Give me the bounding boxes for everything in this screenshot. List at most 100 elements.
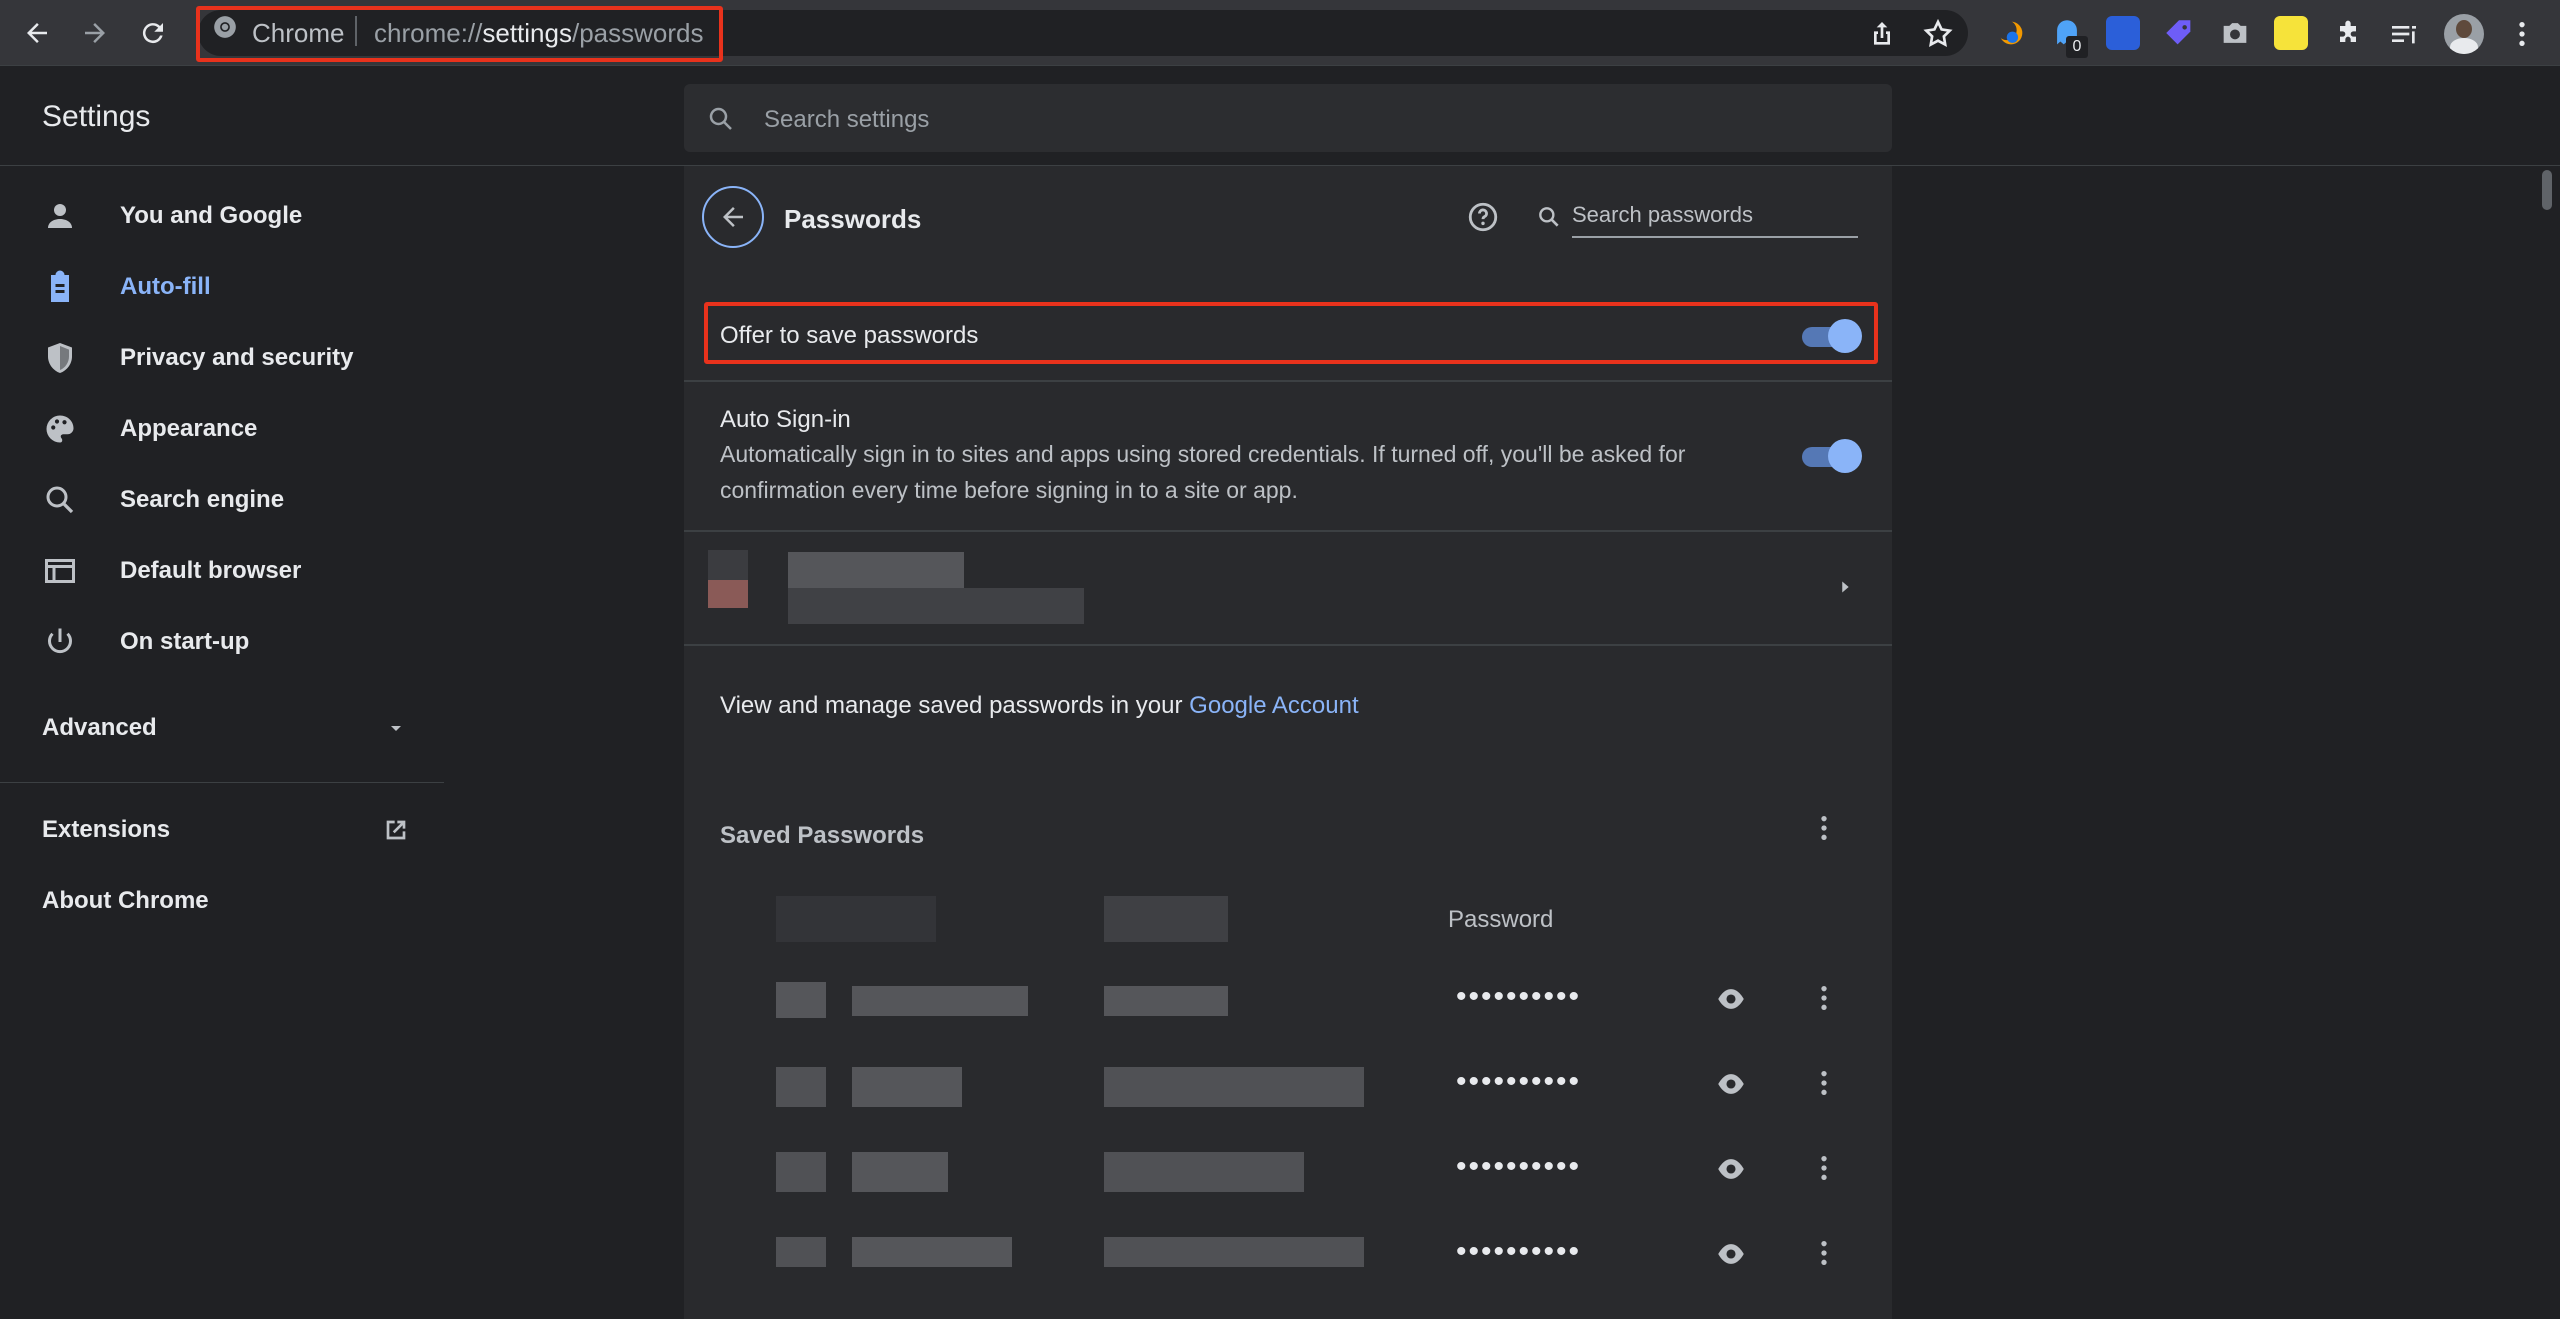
extension-camera-icon[interactable] bbox=[2218, 16, 2252, 50]
omnibox-chip-label: Chrome bbox=[252, 18, 345, 48]
google-account-link[interactable]: Google Account bbox=[1189, 692, 1358, 719]
sidebar-extensions-label: Extensions bbox=[42, 816, 171, 843]
pixelated-site bbox=[852, 986, 1028, 1016]
extension-tag-icon[interactable] bbox=[2162, 16, 2196, 50]
search-settings-placeholder: Search settings bbox=[764, 106, 930, 133]
search-settings-input[interactable]: Search settings bbox=[684, 84, 1892, 152]
extension-yellow-icon[interactable] bbox=[2274, 16, 2308, 50]
sidebar-item-privacy[interactable]: Privacy and security bbox=[0, 328, 444, 388]
url-scheme: chrome:// bbox=[374, 18, 483, 48]
passwords-title: Passwords bbox=[784, 204, 922, 234]
sidebar-item-you-and-google[interactable]: You and Google bbox=[0, 186, 444, 246]
eye-icon[interactable] bbox=[1714, 1152, 1748, 1186]
extension-badge: 0 bbox=[2066, 36, 2088, 58]
open-external-icon bbox=[386, 820, 406, 840]
saved-passwords-menu-icon[interactable] bbox=[1808, 812, 1840, 844]
eye-icon[interactable] bbox=[1714, 1067, 1748, 1101]
power-icon bbox=[48, 628, 72, 654]
toggle-knob bbox=[1828, 319, 1862, 353]
caret-down-icon bbox=[391, 726, 401, 731]
omnibox-url[interactable]: chrome://settings/passwords bbox=[374, 18, 703, 49]
bookmark-star-icon[interactable] bbox=[1922, 18, 1954, 50]
pixelated-name bbox=[788, 552, 964, 588]
puzzle-extensions-icon[interactable] bbox=[2332, 18, 2364, 50]
sidebar-item-label: Search engine bbox=[120, 486, 285, 513]
sidebar-item-label: Appearance bbox=[120, 415, 258, 442]
camera-icon bbox=[2223, 23, 2247, 43]
pixelated-username bbox=[1104, 986, 1228, 1016]
pixelated-site bbox=[852, 1237, 1012, 1267]
help-icon[interactable] bbox=[1466, 200, 1500, 234]
settings-header: Settings Search settings bbox=[0, 66, 2560, 166]
pixelated-avatar bbox=[708, 580, 748, 608]
reload-button[interactable] bbox=[134, 14, 172, 52]
manage-text: View and manage saved passwords in your bbox=[720, 692, 1190, 719]
clipboard-icon bbox=[51, 270, 69, 302]
extension-search-icon[interactable] bbox=[2106, 16, 2140, 50]
sidebar-item-auto-fill[interactable]: Auto-fill bbox=[0, 257, 444, 317]
back-button[interactable] bbox=[18, 14, 56, 52]
row-menu-icon[interactable] bbox=[1808, 1152, 1840, 1184]
row-divider bbox=[684, 380, 1892, 382]
shield-icon bbox=[48, 343, 72, 373]
eye-icon[interactable] bbox=[1714, 1237, 1748, 1271]
eye-icon[interactable] bbox=[1714, 982, 1748, 1016]
row-menu-icon[interactable] bbox=[1808, 1237, 1840, 1269]
pixelated-email bbox=[788, 588, 1084, 624]
sidebar-item-label: Default browser bbox=[120, 557, 302, 584]
saved-passwords-heading: Saved Passwords bbox=[720, 822, 925, 849]
profile-avatar[interactable] bbox=[2444, 14, 2484, 54]
auto-signin-toggle[interactable] bbox=[1802, 437, 1862, 477]
table-row: •••••••••• bbox=[684, 966, 1892, 1046]
search-passwords-input[interactable]: Search passwords bbox=[1572, 202, 1753, 228]
settings-sidebar: You and Google Auto-fill Privacy and sec… bbox=[0, 166, 444, 1319]
auto-signin-title: Auto Sign-in bbox=[720, 406, 851, 433]
sidebar-advanced-label: Advanced bbox=[42, 714, 157, 741]
kebab-menu-icon[interactable] bbox=[2506, 18, 2538, 50]
reading-list-icon[interactable] bbox=[2388, 18, 2420, 50]
row-menu-icon[interactable] bbox=[1808, 1067, 1840, 1099]
pixelated-username bbox=[1104, 1152, 1304, 1192]
share-icon[interactable] bbox=[1866, 18, 1898, 50]
caret-right-icon bbox=[1842, 581, 1849, 593]
sidebar-item-label: You and Google bbox=[120, 202, 303, 229]
sidebar-item-extensions[interactable]: Extensions bbox=[0, 800, 444, 860]
sidebar-item-search-engine[interactable]: Search engine bbox=[0, 470, 444, 530]
extension-moon-icon[interactable] bbox=[1994, 16, 2028, 50]
sidebar-about-label: About Chrome bbox=[42, 887, 209, 914]
table-row: •••••••••• bbox=[684, 1136, 1892, 1216]
masked-password: •••••••••• bbox=[1456, 1235, 1582, 1268]
reload-icon bbox=[142, 23, 163, 44]
pixelated-avatar bbox=[708, 550, 748, 580]
pixelated-username bbox=[1104, 1067, 1364, 1107]
auto-signin-description: Automatically sign in to sites and apps … bbox=[720, 441, 1686, 503]
pixelated-site bbox=[776, 982, 826, 1018]
sidebar-item-about-chrome[interactable]: About Chrome bbox=[0, 871, 444, 931]
toggle-knob bbox=[1828, 439, 1862, 473]
omnibox-separator bbox=[355, 16, 357, 46]
sidebar-item-on-startup[interactable]: On start-up bbox=[0, 612, 444, 672]
masked-password: •••••••••• bbox=[1456, 1065, 1582, 1098]
sidebar-item-default-browser[interactable]: Default browser bbox=[0, 541, 444, 601]
sidebar-item-appearance[interactable]: Appearance bbox=[0, 399, 444, 459]
arrow-left-icon bbox=[27, 23, 47, 43]
pixelated-site bbox=[852, 1067, 962, 1107]
account-row[interactable] bbox=[684, 532, 1892, 644]
offer-to-save-toggle[interactable] bbox=[1802, 317, 1862, 357]
table-row: •••••••••• bbox=[684, 1221, 1892, 1301]
forward-button[interactable] bbox=[76, 14, 114, 52]
pixelated-column-header bbox=[776, 896, 936, 942]
passwords-panel: Passwords Search passwords Offer to save… bbox=[684, 166, 1892, 1319]
search-icon bbox=[709, 107, 732, 130]
sidebar-advanced-toggle[interactable]: Advanced bbox=[0, 698, 444, 758]
password-column-header: Password bbox=[1448, 906, 1554, 933]
url-host: settings bbox=[482, 18, 572, 48]
row-menu-icon[interactable] bbox=[1808, 982, 1840, 1014]
back-to-autofill-button[interactable] bbox=[702, 186, 764, 248]
page-scrollbar[interactable] bbox=[2542, 170, 2552, 210]
manage-passwords-text: View and manage saved passwords in your … bbox=[720, 692, 1359, 720]
search-icon bbox=[1539, 207, 1559, 227]
arrow-left-icon bbox=[723, 207, 743, 227]
browser-icon bbox=[45, 559, 75, 583]
tag-icon bbox=[2166, 20, 2191, 45]
